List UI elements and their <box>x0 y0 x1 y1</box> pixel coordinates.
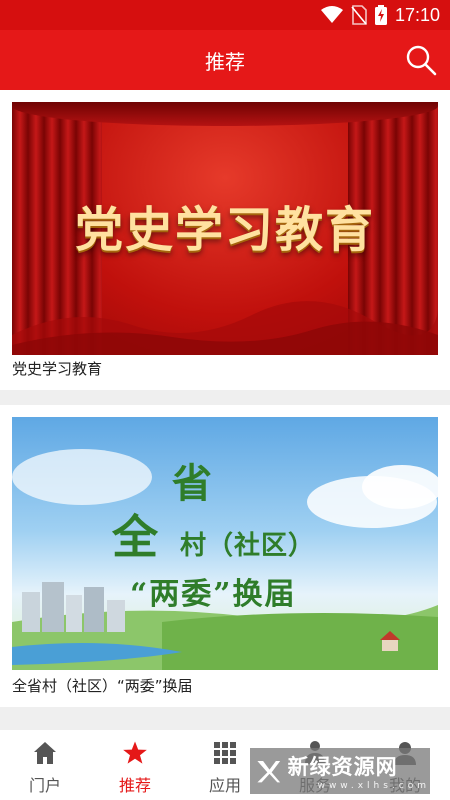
grid-icon <box>214 742 236 764</box>
feed-caption[interactable]: 党史学习教育 <box>12 358 102 379</box>
banner-hills <box>12 301 438 355</box>
search-icon[interactable] <box>404 43 438 77</box>
page-title: 推荐 <box>205 49 245 74</box>
tab-recommend[interactable]: 推荐 <box>90 730 180 800</box>
feed-caption[interactable]: 全省村（社区）“两委”换届 <box>12 675 193 696</box>
tab-label: 门户 <box>28 776 61 795</box>
banner-text-line: 省 <box>172 460 212 507</box>
feed-card[interactable]: 省 全 村（社区） “两委”换届 全省村（社区）“两委”换届 <box>0 405 450 707</box>
banner-text-line: 村（社区） <box>180 531 316 561</box>
star-icon <box>123 741 147 764</box>
banner-headline: 党史学习教育 <box>74 202 375 258</box>
status-time: 17:10 <box>394 4 440 25</box>
banner-text-line: “两委”换届 <box>130 577 297 612</box>
tab-label: 应用 <box>208 776 241 795</box>
watermark-main: 新绿资源网 <box>287 755 398 779</box>
feed-banner-image[interactable]: 党史学习教育 <box>12 102 438 355</box>
home-icon <box>34 742 56 764</box>
feed-card[interactable]: 党史学习教育 党史学习教育 <box>0 90 450 390</box>
tab-portal[interactable]: 门户 <box>0 730 90 800</box>
watermark-logo-icon <box>257 761 281 783</box>
banner-text-line: 全 <box>112 510 158 564</box>
no-sim-icon <box>351 5 367 25</box>
tab-label: 推荐 <box>118 776 151 795</box>
battery-charging-icon <box>374 5 387 25</box>
watermark: 新绿资源网 www.xlhs.com <box>250 748 430 794</box>
status-icons <box>320 5 387 25</box>
app-header: 推荐 <box>0 30 450 90</box>
watermark-text: 新绿资源网 www.xlhs.com <box>288 751 430 791</box>
status-bar: 17:10 <box>0 0 450 30</box>
feed-banner-image[interactable]: 省 全 村（社区） “两委”换届 <box>12 417 438 670</box>
wifi-icon <box>320 6 343 23</box>
watermark-sub: www.xlhs.com <box>317 781 430 791</box>
